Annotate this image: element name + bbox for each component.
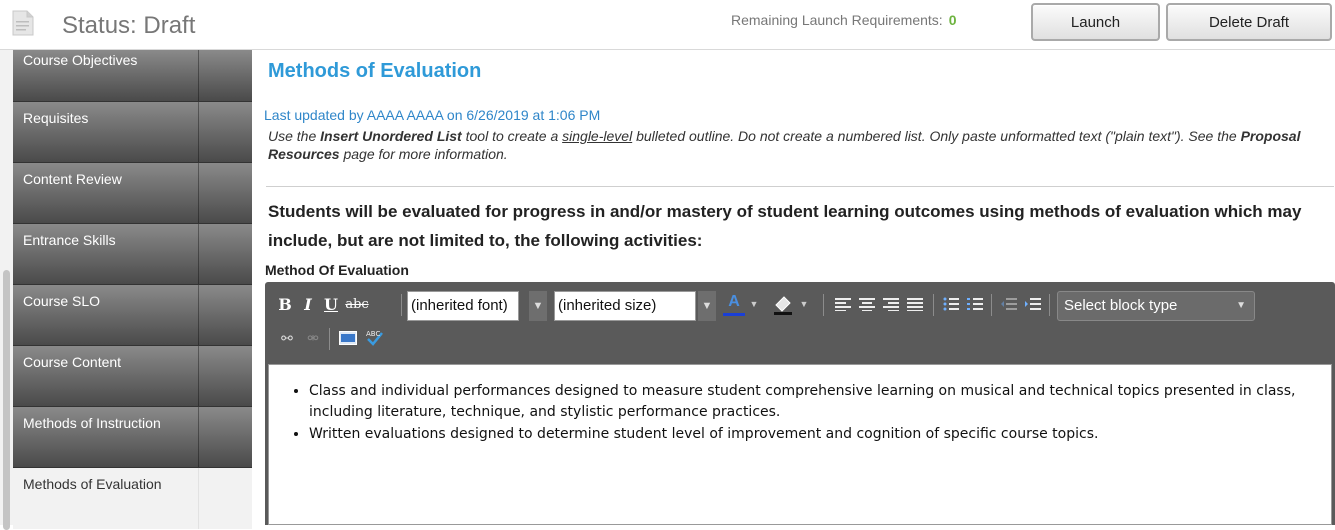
launch-requirements-count: 0 (948, 12, 957, 28)
sidebar-item-label: Content Review (23, 171, 122, 187)
divider (198, 468, 199, 529)
text-color-icon[interactable]: A (723, 290, 745, 316)
underline-icon[interactable]: U (323, 290, 339, 318)
instructions-part: bulleted outline. Do not create a number… (632, 128, 1241, 144)
rich-text-editor: B I U abc (inherited font) ▼ (inherited … (265, 282, 1335, 525)
indent-icon[interactable] (1023, 290, 1043, 318)
sidebar-nav: Course Objectives Requisites Content Rev… (13, 50, 252, 529)
sidebar-item-label: Course Content (23, 354, 122, 370)
sidebar-item-course-content[interactable]: Course Content (13, 346, 252, 407)
block-type-select[interactable]: Select block type ▼ (1057, 291, 1255, 321)
align-justify-icon[interactable] (905, 290, 925, 318)
instructions-underline: single-level (562, 128, 633, 144)
toolbar-separator (1049, 294, 1050, 316)
main-content: Methods of Evaluation Last updated by AA… (252, 50, 1335, 525)
font-family-select[interactable]: (inherited font) (407, 291, 519, 321)
divider (198, 50, 199, 101)
instructions-part: Use the (268, 128, 321, 144)
document-icon (12, 10, 34, 36)
sidebar-item-course-slo[interactable]: Course SLO (13, 285, 252, 346)
editor-toolbar-secondary: ⚯ ⚮ ABC (265, 324, 1335, 358)
sidebar-item-content-review[interactable]: Content Review (13, 163, 252, 224)
instructions-bold: Insert Unordered List (320, 128, 462, 144)
spellcheck-icon-label: ABC (366, 330, 380, 338)
sidebar-item-requisites[interactable]: Requisites (13, 102, 252, 163)
editor-content-area[interactable]: Class and individual performances design… (268, 364, 1332, 525)
sidebar-item-label: Requisites (23, 110, 89, 126)
launch-requirements-label: Remaining Launch Requirements: (731, 12, 943, 28)
divider (198, 224, 199, 284)
chevron-down-icon[interactable]: ▼ (529, 291, 547, 321)
align-left-icon[interactable] (833, 290, 853, 318)
toolbar-separator (329, 328, 330, 350)
page-header: Status: Draft Remaining Launch Requireme… (0, 0, 1335, 50)
launch-button[interactable]: Launch (1031, 3, 1160, 41)
method-of-evaluation-label: Method Of Evaluation (265, 262, 409, 278)
instructions-part: page for more information. (339, 146, 508, 162)
toolbar-separator (401, 294, 402, 316)
chevron-down-icon[interactable]: ▼ (799, 290, 809, 318)
divider (198, 285, 199, 345)
sidebar-item-label: Methods of Evaluation (23, 476, 162, 492)
list-item: Class and individual performances design… (309, 381, 1331, 423)
toolbar-separator (823, 294, 824, 316)
spellcheck-icon[interactable]: ABC (363, 324, 385, 352)
launch-requirements: Remaining Launch Requirements: 0 (731, 12, 956, 28)
divider (198, 346, 199, 406)
sidebar-item-methods-of-evaluation[interactable]: Methods of Evaluation (13, 468, 252, 529)
sidebar-item-label: Methods of Instruction (23, 415, 161, 431)
divider (198, 163, 199, 223)
align-right-icon[interactable] (881, 290, 901, 318)
toolbar-separator (933, 294, 934, 316)
bold-icon[interactable]: B (277, 290, 293, 318)
highlight-color-icon[interactable] (771, 290, 795, 318)
block-type-label: Select block type (1064, 297, 1178, 314)
font-size-select[interactable]: (inherited size) (554, 291, 696, 321)
italic-icon[interactable]: I (300, 290, 316, 318)
section-title: Methods of Evaluation (268, 60, 482, 82)
divider (198, 102, 199, 162)
delete-draft-button[interactable]: Delete Draft (1166, 3, 1332, 41)
chevron-down-icon: ▼ (1236, 300, 1246, 311)
sidebar-item-label: Entrance Skills (23, 232, 116, 248)
instructions-text: Use the Insert Unordered List tool to cr… (268, 127, 1328, 163)
instructions-part: tool to create a (461, 128, 563, 144)
sidebar-item-label: Course SLO (23, 293, 101, 309)
sidebar-item-course-objectives[interactable]: Course Objectives (13, 50, 252, 102)
unlink-icon[interactable]: ⚮ (303, 324, 323, 352)
sidebar-scrollbar[interactable] (0, 50, 13, 530)
strikethrough-icon[interactable]: abc (343, 290, 371, 318)
sidebar-item-label: Course Objectives (23, 52, 138, 68)
list-item: Written evaluations designed to determin… (309, 424, 1331, 445)
link-icon[interactable]: ⚯ (277, 324, 297, 352)
status-title: Status: Draft (62, 12, 196, 39)
chevron-down-icon[interactable]: ▼ (698, 291, 716, 321)
align-center-icon[interactable] (857, 290, 877, 318)
chevron-down-icon[interactable]: ▼ (749, 290, 759, 318)
outdent-icon[interactable] (999, 290, 1019, 318)
editor-toolbar: B I U abc (inherited font) ▼ (inherited … (265, 290, 1335, 324)
divider (266, 186, 1334, 187)
unordered-list-icon[interactable] (941, 290, 961, 318)
evaluation-prompt: Students will be evaluated for progress … (268, 202, 1302, 250)
evaluation-methods-list: Class and individual performances design… (309, 381, 1331, 445)
divider (198, 407, 199, 467)
toolbar-separator (991, 294, 992, 316)
ordered-list-icon[interactable] (965, 290, 985, 318)
image-icon[interactable] (337, 324, 359, 352)
sidebar-item-methods-of-instruction[interactable]: Methods of Instruction (13, 407, 252, 468)
scrollbar-thumb[interactable] (3, 270, 10, 530)
last-updated-text: Last updated by AAAA AAAA on 6/26/2019 a… (264, 107, 601, 123)
sidebar-item-entrance-skills[interactable]: Entrance Skills (13, 224, 252, 285)
